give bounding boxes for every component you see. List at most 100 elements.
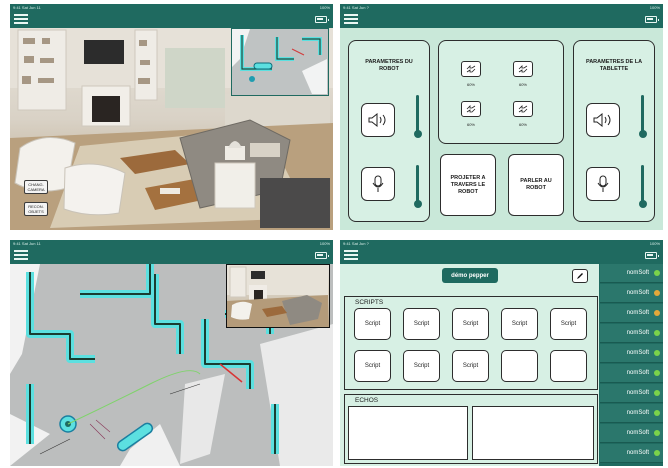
script-button-2[interactable]: Script bbox=[403, 308, 440, 340]
software-item-label: nomSoft bbox=[626, 390, 649, 396]
robot-params-card: PARAMETRES DU ROBOT bbox=[348, 40, 430, 222]
software-item[interactable]: nomSoft bbox=[600, 284, 663, 303]
menu-icon[interactable] bbox=[14, 14, 28, 24]
battery-icon bbox=[645, 252, 659, 259]
tablet-volume-slider[interactable] bbox=[638, 95, 647, 138]
battery-icon bbox=[315, 252, 329, 259]
status-time: 9:41 Sat Jun ? bbox=[343, 5, 369, 10]
software-item[interactable]: nomSoft bbox=[600, 384, 663, 403]
status-dot-icon bbox=[654, 450, 660, 456]
status-bar: 9:41 Sat Jun ? 100% bbox=[340, 4, 663, 12]
software-item[interactable]: nomSoft bbox=[600, 444, 663, 463]
software-item[interactable]: nomSoft bbox=[600, 264, 663, 283]
software-item[interactable]: nomSoft bbox=[600, 424, 663, 443]
parameters-body: PARAMETRES DU ROBOT 60% 60% 60% 60% PROJ… bbox=[340, 28, 663, 230]
robot-params-title: PARAMETRES DU ROBOT bbox=[365, 59, 413, 72]
top-bar: 9:41 Sat Jun ? 100% bbox=[340, 4, 663, 28]
top-bar: 9:41 Sat Jun 11 100% bbox=[10, 4, 333, 28]
menu-icon[interactable] bbox=[14, 250, 28, 260]
pencil-icon bbox=[577, 273, 583, 279]
robot-volume-button[interactable] bbox=[361, 103, 395, 137]
robot-volume-slider[interactable] bbox=[413, 95, 422, 138]
status-dot-icon bbox=[654, 430, 660, 436]
software-item[interactable]: nomSoft bbox=[600, 304, 663, 323]
robot-name-tag: démo pepper bbox=[442, 268, 498, 283]
software-item-label: nomSoft bbox=[626, 270, 649, 276]
camera-view-screen: 9:41 Sat Jun 11 100% CHANG. CAMERA RECON… bbox=[10, 4, 333, 230]
software-item[interactable]: nomSoft bbox=[600, 404, 663, 423]
battery-status-3 bbox=[461, 101, 481, 117]
top-bar: 9:41 Sat Jun 11 100% bbox=[10, 240, 333, 264]
status-battery-text: 100% bbox=[649, 5, 660, 10]
status-dot-icon bbox=[654, 350, 660, 356]
battery-icon bbox=[315, 16, 329, 23]
scripts-screen: 9:41 Sat Jun ? 100% démo pepper SCRIPTS … bbox=[340, 240, 663, 466]
tablet-mic-slider[interactable] bbox=[638, 165, 647, 208]
menu-icon[interactable] bbox=[344, 250, 358, 260]
battery-icon bbox=[645, 16, 659, 23]
charging-icon bbox=[466, 105, 476, 113]
script-button-8[interactable]: Script bbox=[452, 350, 489, 382]
scripts-title: SCRIPTS bbox=[355, 299, 384, 306]
software-item[interactable]: nomSoft bbox=[600, 364, 663, 383]
mini-camera-view[interactable] bbox=[226, 264, 330, 328]
status-time: 9:41 Sat Jun 11 bbox=[13, 241, 41, 246]
battery-pct-4: 60% bbox=[518, 122, 527, 127]
tablet-volume-button[interactable] bbox=[586, 103, 620, 137]
status-dot-icon bbox=[654, 370, 660, 376]
battery-status-2 bbox=[513, 61, 533, 77]
status-battery-text: 100% bbox=[319, 5, 330, 10]
speak-to-robot-button[interactable]: PARLER AU ROBOT bbox=[508, 154, 564, 216]
status-dot-icon bbox=[654, 390, 660, 396]
echo-box-left bbox=[348, 406, 468, 460]
status-dot-icon bbox=[654, 310, 660, 316]
script-button-4[interactable]: Script bbox=[501, 308, 538, 340]
software-item[interactable]: nomSoft bbox=[600, 344, 663, 363]
status-time: 9:41 Sat Jun ? bbox=[343, 241, 369, 246]
battery-status-1 bbox=[461, 61, 481, 77]
status-dot-icon bbox=[654, 410, 660, 416]
edit-button[interactable] bbox=[572, 269, 588, 283]
status-time: 9:41 Sat Jun 11 bbox=[13, 5, 41, 10]
change-camera-button[interactable]: CHANG. CAMERA bbox=[24, 180, 48, 194]
script-button-7[interactable]: Script bbox=[403, 350, 440, 382]
mini-camera-image bbox=[227, 265, 328, 326]
echos-title: ECHOS bbox=[355, 397, 379, 404]
tablet-params-card: PARAMETRES DE LA TABLETTE bbox=[573, 40, 655, 222]
robot-mic-button[interactable] bbox=[361, 167, 395, 201]
navigation-map-screen: 9:41 Sat Jun 11 100% bbox=[10, 240, 333, 466]
software-item-label: nomSoft bbox=[626, 310, 649, 316]
software-item-label: nomSoft bbox=[626, 430, 649, 436]
status-battery-text: 100% bbox=[649, 241, 660, 246]
status-dot-icon bbox=[654, 330, 660, 336]
menu-icon[interactable] bbox=[344, 14, 358, 24]
script-button-6[interactable]: Script bbox=[354, 350, 391, 382]
mini-map-image bbox=[232, 29, 327, 94]
software-item-label: nomSoft bbox=[626, 370, 649, 376]
software-item[interactable]: nomSoft bbox=[600, 324, 663, 343]
script-button-5[interactable]: Script bbox=[550, 308, 587, 340]
script-button-empty-1[interactable] bbox=[501, 350, 538, 382]
charging-icon bbox=[518, 105, 528, 113]
software-item-label: nomSoft bbox=[626, 350, 649, 356]
project-through-robot-button[interactable]: PROJETER A TRAVERS LE ROBOT bbox=[440, 154, 496, 216]
status-dot-icon bbox=[654, 290, 660, 296]
software-item-label: nomSoft bbox=[626, 290, 649, 296]
battery-status-4 bbox=[513, 101, 533, 117]
script-button-empty-2[interactable] bbox=[550, 350, 587, 382]
charging-icon bbox=[518, 65, 528, 73]
recognize-objects-button[interactable]: RECON. OBJETS bbox=[24, 202, 48, 216]
software-item-label: nomSoft bbox=[626, 330, 649, 336]
status-dot-icon bbox=[654, 270, 660, 276]
script-button-3[interactable]: Script bbox=[452, 308, 489, 340]
status-bar: 9:41 Sat Jun ? 100% bbox=[340, 240, 663, 248]
status-battery-text: 100% bbox=[319, 241, 330, 246]
batteries-card: 60% 60% 60% 60% bbox=[438, 40, 564, 144]
battery-pct-2: 60% bbox=[518, 82, 527, 87]
tablet-mic-button[interactable] bbox=[586, 167, 620, 201]
script-button-1[interactable]: Script bbox=[354, 308, 391, 340]
robot-mic-slider[interactable] bbox=[413, 165, 422, 208]
status-bar: 9:41 Sat Jun 11 100% bbox=[10, 240, 333, 248]
tablet-params-title: PARAMETRES DE LA TABLETTE bbox=[585, 59, 643, 72]
mini-map[interactable] bbox=[231, 28, 329, 96]
